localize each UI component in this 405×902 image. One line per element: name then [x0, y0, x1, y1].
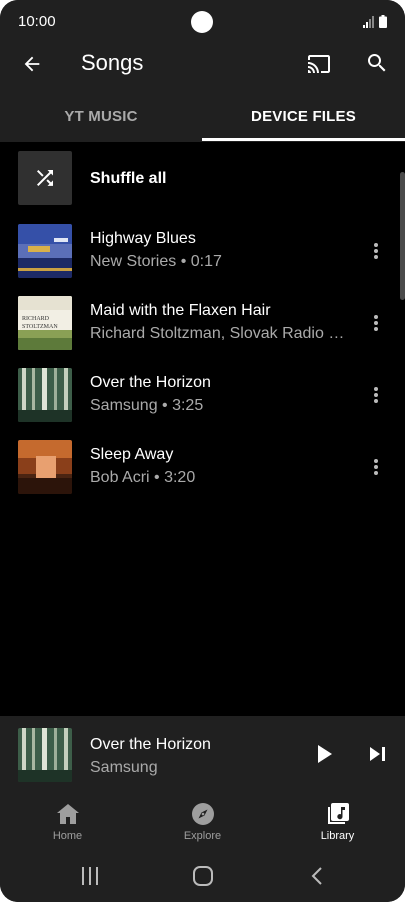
song-title: Sleep Away: [90, 446, 174, 463]
shuffle-all-row[interactable]: Shuffle all: [0, 142, 400, 214]
song-more-button[interactable]: [364, 380, 388, 410]
library-music-icon: [324, 801, 352, 827]
chevron-left-icon: [311, 867, 322, 885]
highway-blues-art: [18, 224, 72, 278]
cast-icon: [308, 55, 330, 73]
nav-library[interactable]: Library: [270, 793, 405, 851]
home-icon: [54, 801, 82, 827]
song-list[interactable]: Shuffle all Highway Blues New Stories • …: [0, 142, 405, 716]
camera-cutout: [191, 11, 213, 33]
song-subtitle: Samsung • 3:25: [90, 397, 204, 414]
song-title: Maid with the Flaxen Hair: [90, 302, 271, 319]
more-vert-icon: [374, 459, 378, 475]
system-back-button[interactable]: [302, 863, 332, 889]
status-icons: [363, 15, 387, 28]
compass-icon: [189, 801, 217, 827]
shuffle-all-label: Shuffle all: [90, 170, 167, 187]
play-icon: [318, 745, 332, 763]
signal-icon: [363, 15, 374, 28]
now-playing-title: Over the Horizon: [90, 736, 211, 753]
song-more-button[interactable]: [364, 308, 388, 338]
status-bar: 10:00: [0, 0, 405, 44]
bottom-navigation: Home Explore Library: [0, 793, 405, 851]
nav-home[interactable]: Home: [0, 793, 135, 851]
song-title: Over the Horizon: [90, 374, 211, 391]
song-subtitle: Richard Stoltzman, Slovak Radio Sy...: [90, 325, 348, 342]
more-vert-icon: [374, 387, 378, 403]
cast-button[interactable]: [302, 48, 336, 80]
skip-next-icon: [370, 747, 385, 761]
song-subtitle: Bob Acri • 3:20: [90, 469, 196, 486]
shuffle-tile: [18, 151, 72, 205]
svg-text:RICHARD: RICHARD: [22, 316, 50, 322]
tab-bar: YT MUSIC DEVICE FILES: [0, 90, 405, 142]
arrow-back-icon: [24, 56, 40, 72]
battery-icon: [379, 15, 387, 28]
nav-explore[interactable]: Explore: [135, 793, 270, 851]
song-more-button[interactable]: [364, 236, 388, 266]
song-more-button[interactable]: [364, 452, 388, 482]
maid-flaxen-hair-art: RICHARD STOLTZMAN: [18, 296, 72, 350]
song-title: Highway Blues: [90, 230, 196, 247]
recent-apps-button[interactable]: [75, 863, 105, 889]
tab-yt-music[interactable]: YT MUSIC: [0, 90, 202, 142]
active-tab-indicator: [202, 138, 405, 141]
skip-next-button[interactable]: [364, 740, 392, 768]
home-circle-icon: [193, 866, 213, 886]
search-button[interactable]: [361, 47, 393, 79]
now-playing-art: [18, 728, 72, 782]
tab-device-files[interactable]: DEVICE FILES: [202, 90, 405, 142]
more-vert-icon: [374, 315, 378, 331]
song-subtitle: New Stories • 0:17: [90, 253, 222, 270]
status-time: 10:00: [18, 13, 56, 30]
recent-apps-icon: [82, 867, 98, 885]
shuffle-icon: [37, 170, 53, 186]
song-row[interactable]: Sleep Away Bob Acri • 3:20: [0, 430, 400, 502]
home-button[interactable]: [188, 863, 218, 889]
mini-player[interactable]: Over the Horizon Samsung: [0, 716, 405, 793]
song-row[interactable]: Highway Blues New Stories • 0:17: [0, 214, 400, 286]
nav-label: Home: [52, 830, 83, 842]
now-playing-artist: Samsung: [90, 759, 158, 776]
svg-text:STOLTZMAN: STOLTZMAN: [22, 324, 58, 330]
song-row[interactable]: Over the Horizon Samsung • 3:25: [0, 358, 400, 430]
over-the-horizon-art: [18, 368, 72, 422]
phone-screen: 10:00 Songs YT MUSIC DEVICE FILES Shuffl…: [0, 0, 405, 902]
scrollbar[interactable]: [400, 172, 405, 300]
nav-label: Library: [320, 830, 355, 842]
more-vert-icon: [374, 243, 378, 259]
app-bar: Songs: [0, 44, 405, 90]
song-row[interactable]: RICHARD STOLTZMAN Maid with the Flaxen H…: [0, 286, 400, 358]
sleep-away-art: [18, 440, 72, 494]
nav-label: Explore: [183, 830, 222, 842]
search-icon: [368, 54, 386, 72]
system-navigation-bar: [0, 851, 405, 902]
play-button[interactable]: [311, 740, 339, 768]
back-button[interactable]: [16, 48, 48, 80]
page-title: Songs: [81, 50, 144, 75]
